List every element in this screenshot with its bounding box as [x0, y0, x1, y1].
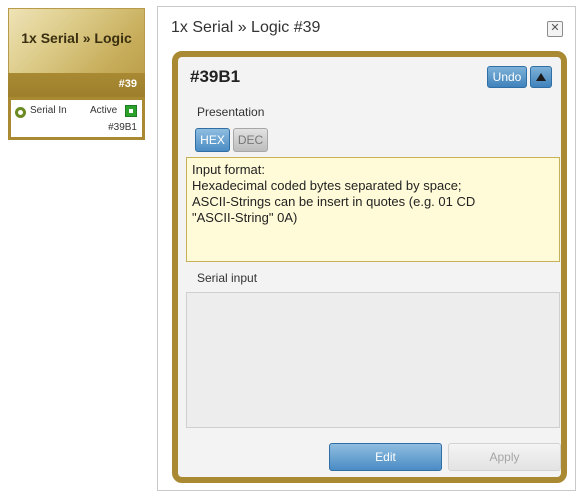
serial-in-port-icon[interactable]	[15, 107, 26, 118]
serial-input-field[interactable]	[186, 292, 560, 428]
logic-node[interactable]: 1x Serial » Logic #39 Serial In Active #…	[8, 8, 145, 140]
info-line: Input format:	[192, 162, 265, 177]
serial-input-label: Serial input	[197, 271, 258, 285]
hex-mode-button[interactable]: HEX	[195, 128, 230, 152]
window-title: 1x Serial » Logic #39	[171, 19, 321, 36]
node-id: #39	[118, 78, 137, 90]
node-sub-id: #39B1	[108, 122, 137, 133]
input-format-info: Input format: Hexadecimal coded bytes se…	[186, 157, 560, 262]
info-line: "ASCII-String" 0A)	[192, 210, 298, 225]
info-line: ASCII-Strings can be insert in quotes (e…	[192, 194, 476, 209]
active-label: Active	[90, 105, 118, 116]
panel-id: #39B1	[190, 67, 241, 86]
node-title: 1x Serial » Logic	[21, 30, 132, 46]
node-body: Serial In Active #39B1	[8, 97, 145, 140]
edit-panel: #39B1 Undo Presentation HEX DEC Input fo…	[172, 51, 567, 483]
logic-window: 1x Serial » Logic #39 ✕ #39B1 Undo Prese…	[157, 6, 576, 491]
arrow-up-icon[interactable]	[530, 66, 552, 88]
serial-in-label: Serial In	[30, 105, 67, 116]
active-port-icon[interactable]	[125, 105, 137, 117]
presentation-label: Presentation	[197, 105, 265, 119]
apply-button[interactable]: Apply	[448, 443, 561, 471]
close-icon[interactable]: ✕	[547, 21, 563, 37]
dec-mode-button[interactable]: DEC	[233, 128, 268, 152]
edit-button[interactable]: Edit	[329, 443, 442, 471]
undo-button[interactable]: Undo	[487, 66, 527, 88]
info-line: Hexadecimal coded bytes separated by spa…	[192, 178, 462, 193]
node-body-inner: Serial In Active #39B1	[11, 100, 142, 137]
